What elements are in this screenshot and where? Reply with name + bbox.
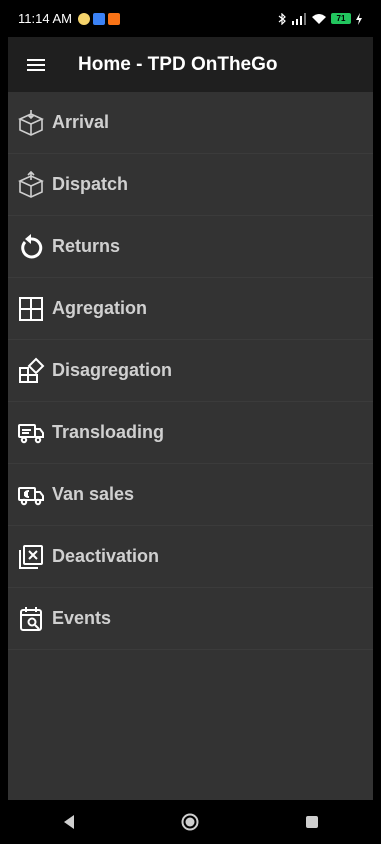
menu-item-transloading[interactable]: Transloading: [8, 402, 373, 464]
app-icon: [107, 12, 120, 25]
box-arrival-icon: [14, 106, 48, 140]
return-icon: [14, 230, 48, 264]
menu-item-label: Events: [52, 608, 112, 628]
menu-list: Arrival Dispatch Returns Agregation Disa…: [8, 92, 373, 650]
menu-item-returns[interactable]: Returns: [8, 216, 373, 278]
menu-item-label: Returns: [52, 236, 121, 256]
alarm-icon: [77, 12, 90, 25]
back-icon: [63, 815, 74, 829]
signal-icon: [292, 12, 306, 25]
grid-split-icon: [14, 354, 48, 388]
menu-item-label: Arrival: [52, 112, 110, 132]
truck-transfer-icon: [14, 416, 48, 450]
menu-item-label: Agregation: [52, 298, 148, 318]
menu-item-label: Dispatch: [52, 174, 129, 194]
bluetooth-icon: [278, 12, 286, 25]
menu-item-disagregation[interactable]: Disagregation: [8, 340, 373, 402]
status-icons: 71: [277, 12, 363, 25]
back-button[interactable]: [49, 802, 89, 842]
nav-bar: [8, 800, 373, 844]
page-title: Home - TPD OnTheGo: [78, 53, 278, 75]
screen: 11:14 AM 71 Home - TPD OnTheGo Arrival D…: [8, 0, 373, 800]
menu-item-arrival[interactable]: Arrival: [8, 92, 373, 154]
menu-item-label: Van sales: [52, 484, 135, 504]
menu-item-van-sales[interactable]: Van sales: [8, 464, 373, 526]
menu-item-events[interactable]: Events: [8, 588, 373, 650]
menu-item-agregation[interactable]: Agregation: [8, 278, 373, 340]
wifi-icon: [312, 13, 326, 24]
box-dispatch-icon: [14, 168, 48, 202]
grid-icon: [14, 292, 48, 326]
menu-item-dispatch[interactable]: Dispatch: [8, 154, 373, 216]
device: 11:14 AM 71 Home - TPD OnTheGo Arrival D…: [0, 0, 381, 844]
menu-button[interactable]: [8, 37, 64, 92]
notification-icon: [92, 12, 105, 25]
home-button[interactable]: [170, 802, 210, 842]
calendar-search-icon: [14, 602, 48, 636]
status-time: 11:14 AM: [18, 11, 72, 26]
deactivate-icon: [14, 540, 48, 574]
status-bar: 11:14 AM 71: [8, 0, 373, 37]
home-icon: [181, 813, 199, 831]
menu-item-label: Transloading: [52, 422, 165, 442]
charging-icon: [356, 12, 362, 25]
menu-item-label: Disagregation: [52, 360, 173, 380]
hamburger-icon: [27, 58, 45, 71]
van-sales-icon: [14, 478, 48, 512]
recents-icon: [306, 816, 319, 828]
recents-button[interactable]: [292, 802, 332, 842]
battery-icon: 71: [331, 13, 351, 24]
app-bar: Home - TPD OnTheGo: [8, 37, 373, 92]
menu-item-label: Deactivation: [52, 546, 160, 566]
menu-item-deactivation[interactable]: Deactivation: [8, 526, 373, 588]
